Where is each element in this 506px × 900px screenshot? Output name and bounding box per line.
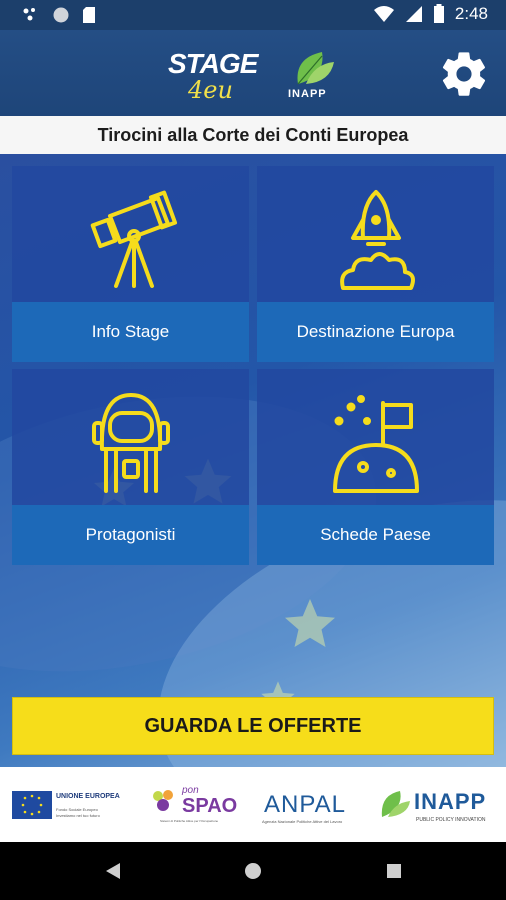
guarda-offerte-button[interactable]: GUARDA LE OFFERTE — [12, 697, 494, 755]
pon-people-icon — [153, 790, 173, 811]
status-time: 2:48 — [454, 4, 488, 23]
telescope-icon — [90, 190, 177, 288]
status-bar: 2:48 — [0, 0, 506, 30]
recents-icon[interactable] — [386, 863, 402, 879]
tile-schede-paese[interactable]: Schede Paese — [257, 369, 494, 565]
tile-info-stage[interactable]: Info Stage — [12, 166, 249, 362]
wifi-icon — [373, 6, 394, 22]
inapp-logo-text: INAPP — [288, 88, 327, 100]
leaf-icon — [381, 791, 410, 817]
ue-title: UNIONE EUROPEA — [56, 793, 120, 800]
planet-flag-icon — [332, 395, 419, 493]
tile-label: Destinazione Europa — [257, 302, 494, 362]
footer-logos: UNIONE EUROPEA Fondo Sociale Europeo Inv… — [0, 767, 506, 842]
eu-flag-icon — [12, 791, 52, 819]
settings-button[interactable] — [436, 46, 492, 102]
tile-label: Schede Paese — [257, 505, 494, 565]
leaf-icon — [297, 52, 334, 85]
gear-icon — [442, 52, 486, 96]
rocket-icon — [339, 190, 415, 290]
tile-protagonisti[interactable]: Protagonisti — [12, 369, 249, 565]
page-subtitle-bar: Tirocini alla Corte dei Conti Europea — [0, 116, 506, 154]
anpal-main: ANPAL — [264, 791, 346, 818]
home-icon[interactable] — [244, 862, 262, 880]
pon-main: SPAO — [182, 795, 238, 817]
signal-icon — [405, 6, 422, 22]
inapp-sub: PUBLIC POLICY INNOVATION — [416, 817, 486, 823]
pon-spao-logo: pon SPAO Sistemi di Politiche Attive per… — [150, 785, 242, 827]
star-decoration — [285, 599, 335, 647]
navigation-bar — [0, 842, 506, 900]
ue-sub1: Fondo Sociale Europeo — [56, 807, 98, 812]
stage4eu-logo: STAGE 4eu — [166, 46, 262, 104]
tile-label: Info Stage — [12, 302, 249, 362]
tile-label: Protagonisti — [12, 505, 249, 565]
inapp-logo: INAPP — [286, 48, 338, 104]
pon-sub: Sistemi di Politiche Attive per l'Occupa… — [160, 819, 219, 823]
tile-destinazione-europa[interactable]: Destinazione Europa — [257, 166, 494, 362]
anpal-sub: Agenzia Nazionale Politiche Attive del L… — [262, 819, 343, 824]
astronaut-icon — [91, 393, 170, 493]
main-content: Info Stage Destinazione Europa Protagoni… — [0, 154, 506, 767]
battery-icon — [433, 4, 444, 23]
record-icon — [53, 7, 69, 23]
inapp-main: INAPP — [414, 789, 487, 814]
unione-europea-logo: UNIONE EUROPEA Fondo Sociale Europeo Inv… — [12, 791, 130, 823]
page-subtitle: Tirocini alla Corte dei Conti Europea — [97, 124, 409, 145]
logo-line2: 4eu — [188, 76, 233, 104]
sd-card-icon — [83, 7, 95, 23]
anpal-logo: ANPAL Agenzia Nazionale Politiche Attive… — [260, 791, 370, 825]
inapp-footer-logo: INAPP PUBLIC POLICY INNOVATION — [378, 787, 498, 827]
ue-sub2: Investiamo nel tuo futuro — [56, 813, 100, 818]
back-icon[interactable] — [104, 862, 122, 880]
app-header: STAGE 4eu INAPP — [0, 30, 506, 116]
notification-dots-icon — [23, 8, 35, 21]
